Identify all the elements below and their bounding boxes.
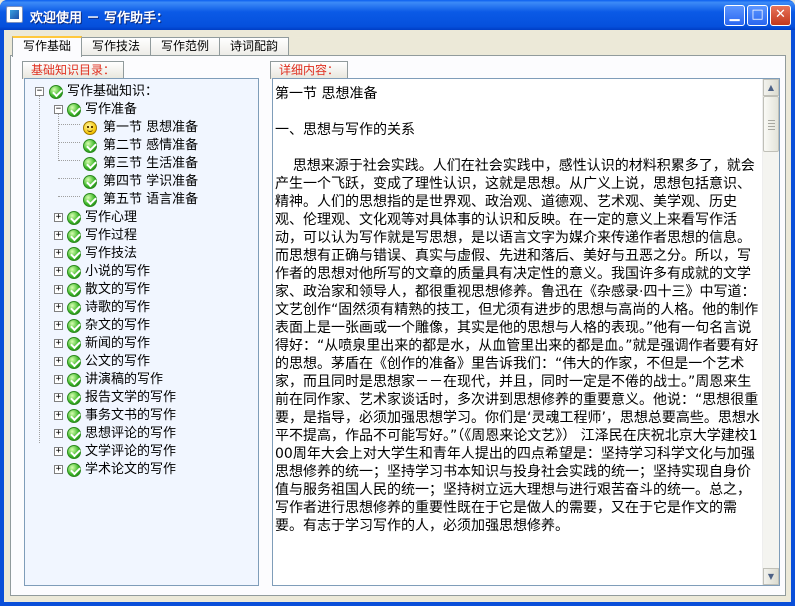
tree-line — [58, 124, 80, 125]
collapse-toggle[interactable]: − — [54, 105, 63, 114]
gem-icon — [67, 247, 81, 261]
tree-item-label: 第五节 语言准备 — [103, 192, 199, 207]
tree-line — [58, 142, 80, 143]
tree-item-label: 事务文书的写作 — [85, 408, 177, 423]
tree-item-label: 第一节 思想准备 — [103, 120, 199, 135]
tree-item-label: 公文的写作 — [85, 354, 151, 369]
expand-toggle[interactable]: + — [54, 213, 63, 222]
gem-icon — [67, 301, 81, 315]
expand-toggle[interactable]: + — [54, 465, 63, 474]
expand-toggle[interactable]: + — [54, 303, 63, 312]
expand-toggle[interactable]: + — [54, 339, 63, 348]
app-window: 欢迎使用 － 写作助手： ▁ □ ✕ 写作基础 写作技法 写作范例 诗词配韵 基… — [0, 0, 795, 606]
tree-line — [58, 178, 80, 179]
tree-item-label: 思想评论的写作 — [85, 426, 177, 441]
gem-icon — [67, 409, 81, 423]
grip-line — [768, 129, 775, 130]
close-button[interactable]: ✕ — [770, 5, 791, 26]
tree-line — [39, 93, 40, 443]
gem-icon — [67, 229, 81, 243]
expand-toggle[interactable]: + — [54, 375, 63, 384]
detail-text[interactable]: 第一节 思想准备 一、思想与写作的关系 思想来源于社会实践。人们在社会实践中，感… — [275, 85, 761, 535]
scroll-down-button[interactable]: ▼ — [763, 568, 779, 585]
tree-item-label: 写作技法 — [85, 246, 138, 261]
gem-icon — [67, 265, 81, 279]
app-icon[interactable] — [6, 6, 23, 23]
gem-icon — [67, 373, 81, 387]
tree-item-label: 诗歌的写作 — [85, 300, 151, 315]
gem-icon — [83, 193, 97, 207]
tree-item-label: 散文的写作 — [85, 282, 151, 297]
expand-toggle[interactable]: + — [54, 321, 63, 330]
gem-icon — [67, 427, 81, 441]
knowledge-tree[interactable]: − 写作基础知识： − 写作准备 第一节 思想准备 第二节 感情准备 第三节 生… — [24, 78, 259, 586]
grip-line — [768, 126, 775, 127]
tree-item-label: 写作心理 — [85, 210, 138, 225]
gem-icon — [67, 463, 81, 477]
tab-poetry-rhymes[interactable]: 诗词配韵 — [219, 37, 290, 56]
expand-toggle[interactable]: + — [54, 267, 63, 276]
detail-textbox[interactable]: 第一节 思想准备 一、思想与写作的关系 思想来源于社会实践。人们在社会实践中，感… — [272, 78, 780, 586]
tree-item-label: 小说的写作 — [85, 264, 151, 279]
tab-writing-examples[interactable]: 写作范例 — [150, 37, 221, 56]
gem-icon — [67, 319, 81, 333]
expand-toggle[interactable]: + — [54, 429, 63, 438]
title-bar[interactable]: 欢迎使用 － 写作助手： ▁ □ ✕ — [0, 0, 795, 30]
expand-toggle[interactable]: + — [54, 411, 63, 420]
tree-line — [58, 160, 80, 161]
tree-item-label: 讲演稿的写作 — [85, 372, 164, 387]
grip-line — [768, 123, 775, 124]
tree-root-label: 写作基础知识： — [67, 84, 159, 99]
collapse-toggle[interactable]: − — [35, 87, 44, 96]
tree-item-label: 报告文学的写作 — [85, 390, 177, 405]
expand-toggle[interactable]: + — [54, 357, 63, 366]
tree-item-label: 写作准备 — [85, 102, 138, 117]
expand-toggle[interactable]: + — [54, 249, 63, 258]
gem-icon — [67, 211, 81, 225]
scroll-up-button[interactable]: ▲ — [763, 79, 779, 96]
smiley-icon — [83, 121, 97, 135]
window-title: 欢迎使用 － 写作助手： — [30, 11, 170, 26]
minimize-button[interactable]: ▁ — [724, 5, 745, 26]
vertical-scrollbar[interactable]: ▲ ▼ — [762, 79, 779, 585]
tree-item-label: 新闻的写作 — [85, 336, 151, 351]
tree-item-label: 第三节 生活准备 — [103, 156, 199, 171]
gem-icon — [83, 139, 97, 153]
gem-icon — [67, 283, 81, 297]
tree-item-label: 第四节 学识准备 — [103, 174, 199, 189]
tree-line — [58, 196, 80, 197]
grip-line — [768, 120, 775, 121]
detail-label: 详细内容： — [270, 61, 349, 79]
tree-item-label: 学术论文的写作 — [85, 462, 177, 477]
expand-toggle[interactable]: + — [54, 447, 63, 456]
gem-icon — [49, 85, 63, 99]
client-area: 写作基础 写作技法 写作范例 诗词配韵 基础知识目录： 详细内容： − 写作基础… — [4, 30, 791, 602]
maximize-button[interactable]: □ — [747, 5, 768, 26]
tab-strip: 写作基础 写作技法 写作范例 诗词配韵 — [12, 36, 290, 57]
tab-writing-basics[interactable]: 写作基础 — [12, 36, 83, 57]
expand-toggle[interactable]: + — [54, 231, 63, 240]
catalog-label: 基础知识目录： — [22, 61, 125, 79]
gem-icon — [67, 337, 81, 351]
scroll-thumb[interactable] — [763, 96, 779, 152]
tab-writing-techniques[interactable]: 写作技法 — [81, 37, 152, 56]
gem-icon — [67, 445, 81, 459]
tree-line — [58, 111, 59, 159]
expand-toggle[interactable]: + — [54, 393, 63, 402]
expand-toggle[interactable]: + — [54, 285, 63, 294]
gem-icon — [83, 157, 97, 171]
tree-item-label: 杂文的写作 — [85, 318, 151, 333]
tree-item-label: 第二节 感情准备 — [103, 138, 199, 153]
gem-icon — [67, 103, 81, 117]
gem-icon — [83, 175, 97, 189]
tree-item-label: 写作过程 — [85, 228, 138, 243]
gem-icon — [67, 355, 81, 369]
gem-icon — [67, 391, 81, 405]
tree-item-label: 文学评论的写作 — [85, 444, 177, 459]
